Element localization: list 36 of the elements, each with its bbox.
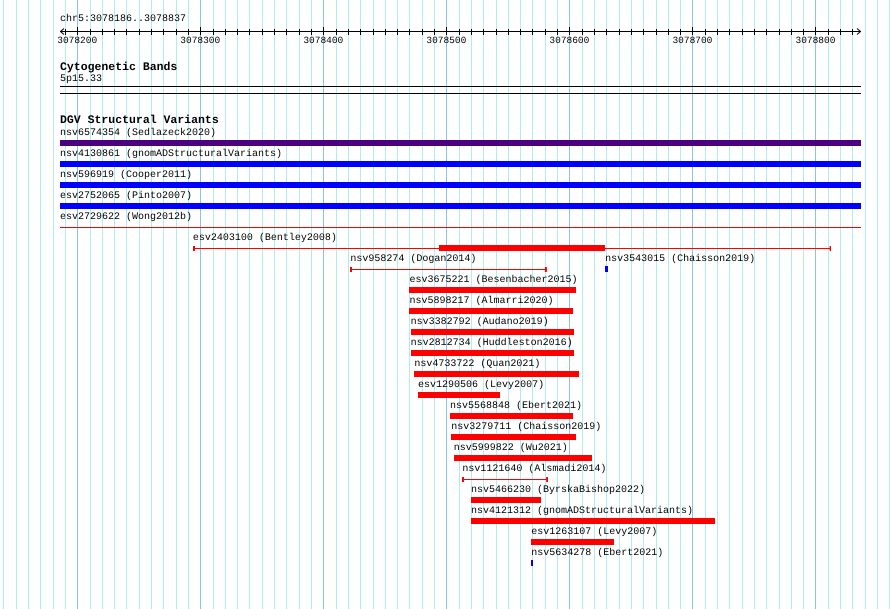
variant-label: nsv4733722 (Quan2021) — [414, 359, 540, 371]
variant-label: nsv5466230 (ByrskaBishop2022) — [470, 485, 645, 497]
variant-label: esv2729622 (Wong2012b) — [60, 212, 192, 224]
variant-label: nsv4130861 (gnomADStructuralVariants) — [60, 149, 282, 161]
variant-label: nsv5999822 (Wu2021) — [454, 443, 568, 455]
variant-label: nsv4121312 (gnomADStructuralVariants) — [470, 506, 693, 518]
variant-label: nsv596919 (Cooper2011) — [60, 170, 192, 182]
ruler-label: 3078200 — [57, 35, 98, 46]
variant-label: nsv5634278 (Ebert2021) — [531, 548, 664, 560]
band-label: 5p15.33 — [60, 74, 102, 86]
ruler-label: 3078800 — [796, 35, 836, 46]
variant-line[interactable] — [350, 267, 548, 272]
variant-label: nsv3543015 (Chaisson2019) — [605, 254, 756, 266]
variant-label: nsv6574354 (Sedlazeck2020) — [60, 128, 216, 140]
variant-label: esv2752065 (Pinto2007) — [60, 191, 192, 203]
variant-label: nsv5568848 (Ebert2021) — [450, 401, 582, 413]
variant-label: nsv3279711 (Chaisson2019) — [451, 422, 602, 434]
track-title: Cytogenetic Bands — [60, 62, 178, 74]
variant-label: esv2403100 (Bentley2008) — [192, 233, 337, 245]
variant-label: nsv5898217 (Almarri2020) — [409, 296, 554, 308]
track-title: DGV Structural Variants — [60, 115, 219, 127]
ruler-label: 3078300 — [180, 35, 220, 46]
variant-bar[interactable] — [531, 560, 534, 566]
variant-label: esv1290506 (Levy2007) — [418, 380, 544, 392]
variant-label: nsv1121640 (Alsmadi2014) — [462, 464, 606, 476]
ruler-label: 3078600 — [549, 35, 590, 46]
variant-label: nsv2812734 (Huddleston2016) — [410, 338, 573, 350]
ruler-label: 3078500 — [426, 35, 466, 46]
variant-label: esv3675221 (Besenbacher2015) — [409, 275, 578, 287]
ruler-label: 3078400 — [303, 35, 344, 46]
variant-label: esv1263107 (Levy2007) — [531, 527, 658, 539]
variant-label: nsv3382792 (Audano2019) — [410, 317, 549, 329]
ruler-label: 3078700 — [672, 35, 712, 46]
location-title: chr5:3078186..3078837 — [60, 14, 186, 26]
variant-line[interactable] — [462, 477, 548, 482]
variant-label: nsv958274 (Dogan2014) — [350, 254, 476, 266]
